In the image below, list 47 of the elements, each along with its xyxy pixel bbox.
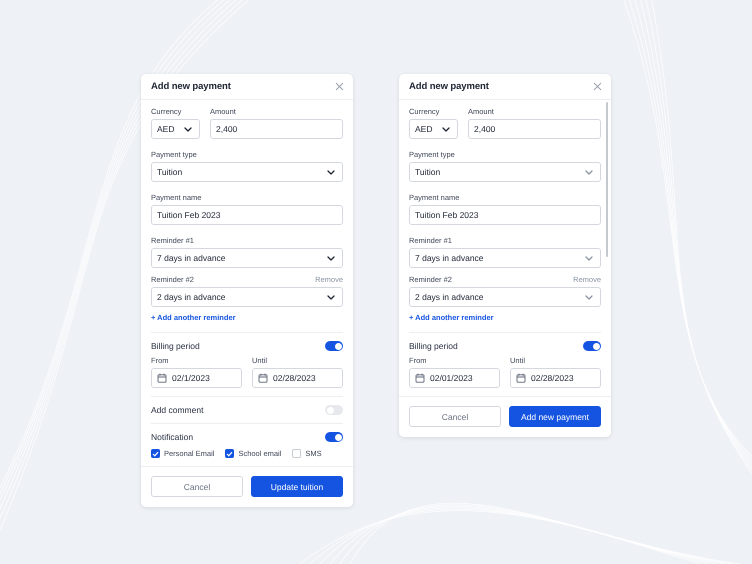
cancel-button[interactable]: Cancel [151,476,243,497]
section-label: Add comment [151,405,204,415]
reminder-select[interactable]: 2 days in advance [409,287,601,307]
currency-select[interactable]: AED [151,119,200,139]
chevron-down-icon [327,256,335,260]
calendar-icon [157,373,167,383]
chevron-down-icon [327,294,335,300]
close-icon[interactable] [593,82,602,91]
scrollbar[interactable] [606,102,608,257]
dialog-title: Add new payment [409,81,489,92]
payment-type-select[interactable]: Tuition [409,162,601,182]
checkbox[interactable] [151,449,160,458]
section-label: Notification [151,432,194,442]
date-input[interactable]: 02/28/2023 [252,368,343,388]
payment-name-input[interactable]: Tuition Feb 2023 [151,205,343,225]
currency-select[interactable]: AED [409,119,458,139]
cancel-button[interactable]: Cancel [409,406,501,427]
primary-button[interactable]: Add new payment [509,406,601,427]
checkbox[interactable] [225,449,234,458]
payment-name-input[interactable]: Tuition Feb 2023 [409,205,601,225]
section-label: Billing period [151,341,200,351]
toggle-switch[interactable] [583,341,601,351]
reminder-select[interactable]: 7 days in advance [409,248,601,268]
calendar-icon [415,373,425,383]
chevron-down-icon [585,256,593,260]
dialog-title: Add new payment [151,81,231,92]
amount-input[interactable]: 2,400 [210,119,343,139]
chevron-down-icon [327,170,335,174]
toggle-switch[interactable] [325,432,343,442]
chevron-down-icon [442,126,450,132]
chevron-down-icon [585,294,593,300]
payment-type-select[interactable]: Tuition [151,162,343,182]
reminder-select[interactable]: 2 days in advance [151,287,343,307]
amount-input[interactable]: 2,400 [468,119,601,139]
toggle-switch[interactable] [325,405,343,415]
date-input[interactable]: 02/01/2023 [409,368,500,388]
toggle-switch[interactable] [325,341,343,351]
close-icon[interactable] [335,82,344,91]
reminder-select[interactable]: 7 days in advance [151,248,343,268]
date-input[interactable]: 02/1/2023 [151,368,242,388]
chevron-down-icon [585,170,593,174]
section-label: Billing period [409,341,458,351]
chevron-down-icon [184,126,192,132]
primary-button[interactable]: Update tuition [251,476,343,497]
calendar-icon [258,373,268,383]
calendar-icon [516,373,526,383]
date-input[interactable]: 02/28/2023 [510,368,601,388]
